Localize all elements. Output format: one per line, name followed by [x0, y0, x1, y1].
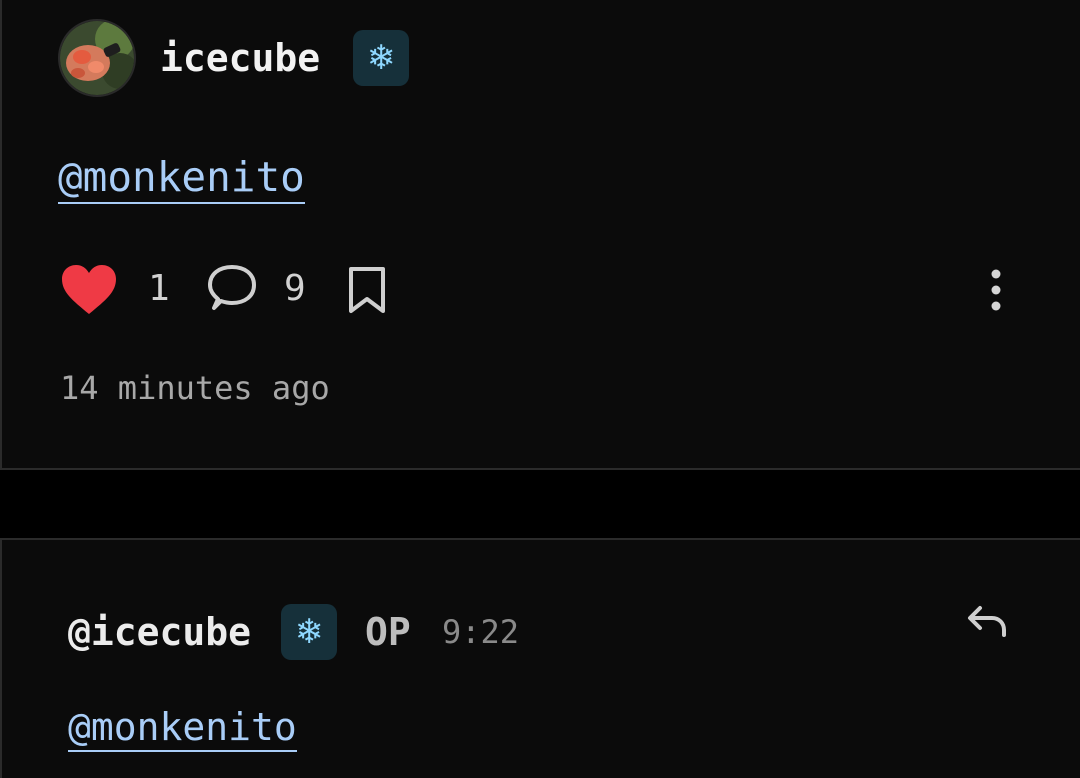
comment-icon [208, 265, 256, 310]
more-vertical-icon [991, 269, 1001, 311]
post-username[interactable]: icecube [160, 34, 320, 82]
reply-arrow-icon [968, 606, 1006, 637]
snowflake-badge: ❄ [353, 30, 409, 86]
avatar[interactable] [58, 19, 136, 97]
like-button[interactable] [60, 264, 118, 316]
snowflake-icon: ❄ [366, 38, 396, 78]
reply-time: 9:22 [442, 613, 520, 651]
heart-icon [62, 265, 116, 314]
bookmark-icon [349, 267, 385, 313]
reply-mention-link[interactable]: @monkenito [68, 704, 297, 752]
comment-count: 9 [284, 268, 306, 309]
like-count: 1 [148, 268, 170, 309]
op-badge: OP [365, 610, 411, 654]
comment-button[interactable] [204, 264, 258, 316]
more-options-button[interactable] [984, 268, 1008, 312]
snowflake-icon: ❄ [294, 612, 324, 652]
snowflake-badge: ❄ [281, 604, 337, 660]
reply-author[interactable]: @icecube [68, 608, 251, 656]
bookmark-button[interactable] [347, 266, 387, 314]
post-timestamp: 14 minutes ago [60, 369, 330, 407]
post-mention-link[interactable]: @monkenito [58, 152, 305, 204]
reply-button[interactable] [964, 600, 1008, 644]
